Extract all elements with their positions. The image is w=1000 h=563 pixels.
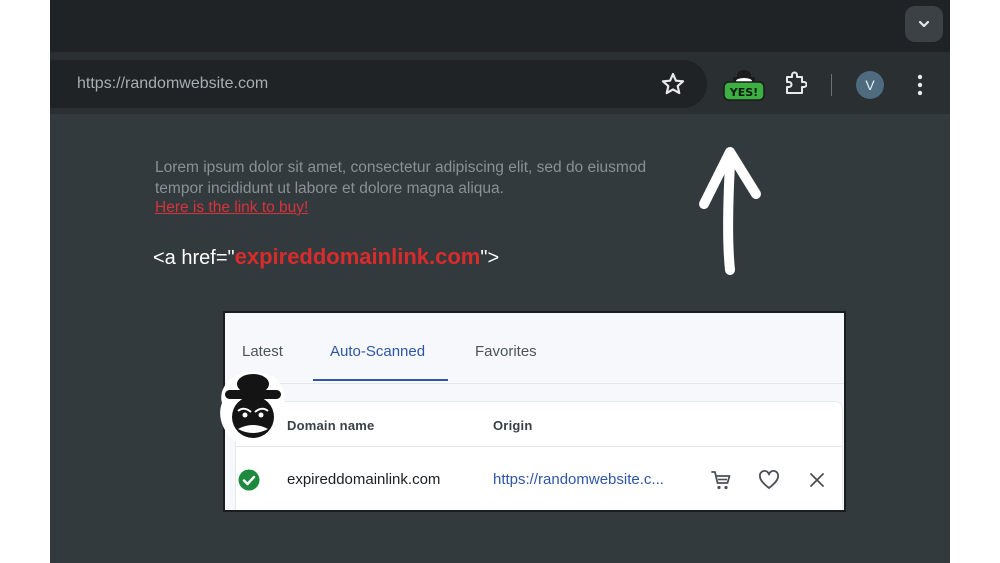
popup-tabs: Latest Auto-Scanned Favorites [225,313,844,384]
domain-cell: expireddomainlink.com [287,471,441,488]
tab-strip [50,0,950,52]
profile-avatar[interactable]: V [856,71,884,99]
html-snippet: <a href="expireddomainlink.com"> [153,244,499,270]
check-circle-icon [238,469,260,491]
table-row[interactable]: expireddomainlink.com https://randomwebs… [236,447,842,510]
code-suffix: "> [480,247,500,269]
extension-popup: Latest Auto-Scanned Favorites Domain nam… [223,311,846,512]
extension-badge-text: YES! [729,86,758,99]
browser-toolbar: https://randomwebsite.com YES! V [50,52,950,114]
profile-initial: V [865,77,875,93]
domain-table: Domain name Origin expireddomainlink.com… [235,401,843,510]
toolbar-divider [831,74,832,96]
buy-link[interactable]: Here is the link to buy! [155,199,308,217]
tab-search-button[interactable] [905,6,943,42]
cart-icon[interactable] [709,468,733,492]
code-domain: expireddomainlink.com [234,244,481,269]
chevron-down-icon [918,20,930,28]
active-tab-indicator [313,379,448,381]
tab-auto-scanned[interactable]: Auto-Scanned [330,343,425,360]
address-bar[interactable]: https://randomwebsite.com [50,60,707,108]
url-text[interactable]: https://randomwebsite.com [77,75,268,93]
spy-extension-icon[interactable]: YES! [722,66,766,106]
column-header-origin: Origin [493,418,533,433]
tab-latest[interactable]: Latest [242,343,283,360]
page-body-text: Lorem ipsum dolor sit amet, consectetur … [155,159,647,197]
close-icon[interactable] [805,468,829,492]
more-menu-icon[interactable] [912,73,928,97]
heart-favorite-icon[interactable] [757,468,781,492]
origin-link[interactable]: https://randomwebsite.c... [493,471,664,488]
bookmark-star-icon[interactable] [660,71,686,97]
browser-window: https://randomwebsite.com YES! V Lorem i… [50,0,950,563]
spy-mascot-icon [220,372,286,445]
tab-favorites[interactable]: Favorites [475,343,537,360]
column-header-domain: Domain name [287,418,375,433]
extensions-puzzle-icon[interactable] [783,70,807,96]
code-prefix: <a href=" [153,247,235,269]
up-arrow-annotation-icon [699,147,761,275]
